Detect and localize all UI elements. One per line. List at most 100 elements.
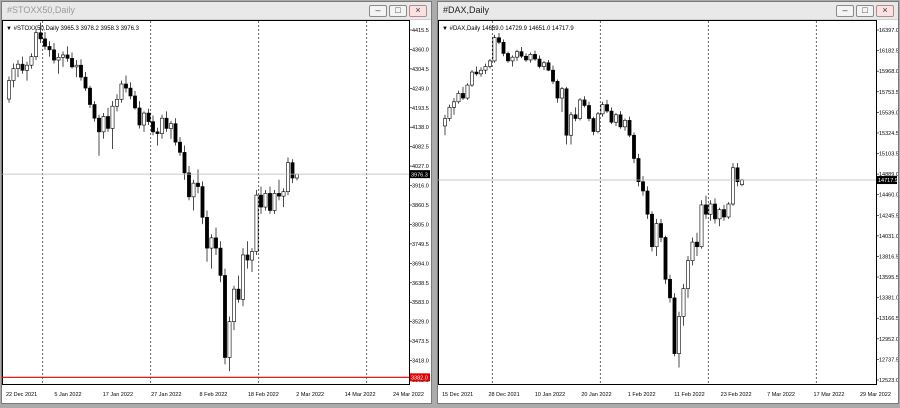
maximize-icon: □: [395, 5, 401, 15]
candle-body: [443, 118, 447, 127]
candle-body: [600, 104, 605, 115]
candle-body: [596, 113, 600, 132]
candle-body: [142, 112, 146, 126]
y-tick-label: 4360.0: [412, 47, 429, 53]
candle-body: [290, 162, 295, 179]
candle-body: [286, 162, 290, 192]
candle-body: [151, 121, 155, 133]
candle-body: [259, 194, 263, 208]
candle-body: [47, 46, 52, 51]
candle-body: [110, 105, 115, 129]
y-tick-label: 15753.5: [879, 90, 898, 96]
current-price-label: 14717.9: [878, 178, 898, 184]
candle-body: [196, 182, 200, 187]
minimize-icon: –: [842, 5, 848, 15]
candle-body: [178, 141, 182, 153]
candle-body: [227, 321, 232, 358]
y-tick-label: 12952.0: [879, 337, 898, 343]
y-tick-label: 3529.0: [412, 320, 429, 326]
candle-body: [241, 254, 245, 300]
candle-body: [277, 193, 281, 197]
candle-body: [295, 173, 299, 179]
candle-body: [735, 167, 740, 182]
candle-body: [578, 99, 582, 119]
candle-body: [106, 116, 110, 129]
candle-body: [205, 217, 209, 249]
candle-body: [70, 58, 74, 68]
x-tick-label: 20 Jan 2022: [581, 392, 611, 398]
close-button[interactable]: ×: [876, 5, 894, 17]
candle-body: [618, 114, 623, 128]
candle-body: [223, 275, 227, 358]
chart-window-dax[interactable]: #DAX,Daily – □ × ▼ #DAX,Daily 14669.0 1472…: [437, 1, 899, 404]
minimize-button[interactable]: –: [836, 5, 854, 17]
window-titlebar[interactable]: #STOXX50,Daily – □ ×: [2, 2, 431, 20]
x-tick-label: 18 Feb 2022: [248, 392, 279, 398]
candle-body: [182, 152, 187, 174]
candle-body: [214, 237, 218, 249]
y-tick-label: 16182.5: [879, 49, 898, 55]
candle-body: [726, 203, 731, 218]
candle-body: [83, 76, 88, 89]
candle-body: [34, 32, 38, 57]
candle-body: [115, 99, 119, 107]
candle-body: [668, 278, 672, 299]
candle-body: [519, 51, 524, 57]
y-tick-label: 4138.0: [412, 125, 429, 131]
x-tick-label: 27 Jan 2022: [151, 392, 181, 398]
candle-body: [461, 93, 465, 99]
candle-body: [124, 83, 128, 89]
x-tick-label: 1 Feb 2022: [628, 392, 656, 398]
close-icon: ×: [882, 5, 888, 15]
candle-body: [515, 51, 519, 58]
candle-body: [236, 288, 241, 300]
candle-body: [128, 87, 133, 97]
candle-body: [101, 116, 106, 133]
x-tick-label: 5 Jan 2022: [54, 392, 81, 398]
minimize-button[interactable]: –: [369, 5, 387, 17]
candle-body: [61, 54, 65, 58]
candlestick-chart-svg[interactable]: ▼ #STOXX50,Daily 3965.3 3978.2 3958.3 39…: [2, 20, 431, 403]
candle-body: [479, 69, 483, 75]
candle-body: [92, 104, 97, 119]
candle-body: [591, 118, 596, 132]
y-tick-label: 4082.5: [412, 145, 429, 151]
x-tick-label: 11 Feb 2022: [674, 392, 704, 398]
candle-body: [43, 38, 47, 47]
y-tick-label: 4027.0: [412, 164, 429, 170]
price-chart[interactable]: ▼ #DAX,Daily 14669.0 14729.9 14651.0 147…: [438, 20, 899, 403]
x-tick-label: 10 Jan 2022: [535, 392, 565, 398]
y-tick-label: 3473.5: [412, 339, 429, 345]
symbol-info-label: ▼ #DAX,Daily 14669.0 14729.9 14651.0 147…: [442, 26, 574, 32]
candle-body: [133, 95, 137, 109]
close-button[interactable]: ×: [409, 5, 427, 17]
candle-body: [447, 107, 452, 119]
chart-window-stoxx50[interactable]: #STOXX50,Daily – □ × ▼ #STOXX50,Daily 3965…: [1, 1, 432, 404]
y-tick-label: 4304.5: [412, 67, 429, 73]
y-tick-label: 13595.5: [879, 275, 898, 281]
candle-body: [650, 213, 654, 248]
candle-body: [699, 204, 704, 248]
y-tick-label: 3583.0: [412, 300, 429, 306]
y-tick-label: 14031.0: [879, 234, 898, 240]
candle-body: [187, 172, 191, 198]
candlestick-chart-svg[interactable]: ▼ #DAX,Daily 14669.0 14729.9 14651.0 147…: [438, 20, 899, 403]
maximize-button[interactable]: □: [856, 5, 874, 17]
candle-body: [560, 88, 564, 99]
candle-body: [263, 193, 268, 208]
candle-body: [677, 316, 681, 354]
window-titlebar[interactable]: #DAX,Daily – □ ×: [438, 2, 898, 20]
candle-body: [573, 114, 578, 119]
candle-body: [623, 120, 627, 128]
candle-body: [663, 237, 668, 280]
candle-body: [218, 247, 223, 276]
price-chart[interactable]: ▼ #STOXX50,Daily 3965.3 3978.2 3958.3 39…: [2, 20, 431, 403]
candle-body: [465, 84, 470, 99]
y-tick-label: 3638.5: [412, 281, 429, 287]
candle-body: [605, 104, 609, 112]
candle-body: [452, 101, 456, 108]
candle-body: [65, 54, 70, 59]
current-price-label: 3976.3: [411, 172, 428, 178]
plot-frame: [2, 20, 410, 385]
maximize-button[interactable]: □: [389, 5, 407, 17]
